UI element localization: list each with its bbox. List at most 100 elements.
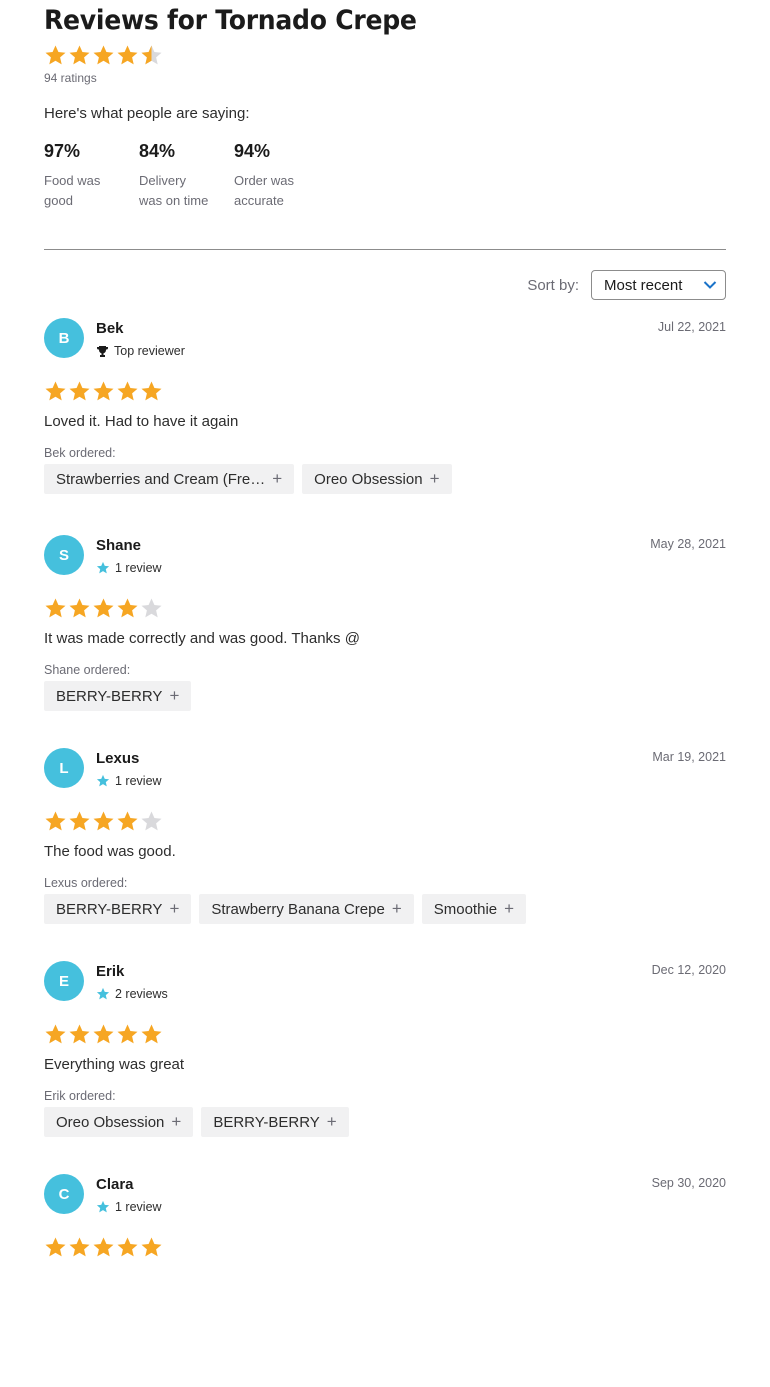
review-card: E Erik 2 reviews Dec 12, 2020 Everything was… [44, 961, 726, 1174]
star-full-icon [44, 1023, 67, 1046]
star-full-icon [92, 597, 115, 620]
ordered-item-chip[interactable]: Strawberries and Cream (Fre… + [44, 464, 295, 494]
review-rating-stars [44, 380, 163, 403]
star-full-icon [92, 1236, 115, 1259]
plus-icon: + [171, 1112, 182, 1131]
star-full-icon [68, 1236, 91, 1259]
review-date: Dec 12, 2020 [651, 963, 726, 977]
star-full-icon [44, 44, 67, 67]
plus-icon: + [272, 469, 283, 488]
stats-row: 97% Food was good 84% Delivery was on ti… [44, 141, 329, 211]
reviewer-badge-text: 1 review [115, 1200, 162, 1214]
star-full-icon [68, 597, 91, 620]
avatar: E [44, 961, 84, 1001]
ordered-item-chip[interactable]: Strawberry Banana Crepe + [199, 894, 414, 924]
star-full-icon [44, 380, 67, 403]
avatar: B [44, 318, 84, 358]
plus-icon: + [169, 899, 180, 918]
sort-label: Sort by: [527, 276, 579, 294]
page-title: Reviews for Tornado Crepe [44, 5, 417, 36]
star-full-icon [44, 597, 67, 620]
plus-icon: + [429, 469, 440, 488]
reviewer-name[interactable]: Erik [96, 963, 124, 980]
saying-label: Here's what people are saying: [44, 105, 250, 122]
ordered-item-label: Strawberries and Cream (Fre… [56, 470, 266, 488]
reviewer-name[interactable]: Shane [96, 537, 141, 554]
star-icon [96, 987, 115, 1001]
reviewer-name[interactable]: Lexus [96, 750, 139, 767]
stat-food-label: Food was good [44, 173, 101, 208]
star-empty-icon [140, 810, 163, 833]
ordered-item-label: Smoothie [433, 900, 498, 918]
review-text: It was made correctly and was good. Than… [44, 630, 360, 647]
star-full-icon [68, 810, 91, 833]
star-full-icon [116, 44, 139, 67]
reviewer-name[interactable]: Bek [96, 320, 124, 337]
ordered-label: Shane ordered: [44, 663, 131, 677]
star-full-icon [68, 44, 91, 67]
stat-delivery-label: Delivery was on time [139, 173, 209, 208]
reviewer-badge: 1 review [96, 561, 162, 575]
sort-select-value: Most recent [604, 276, 683, 294]
stat-accuracy: 94% Order was accurate [234, 141, 329, 211]
ordered-item-chip[interactable]: Smoothie + [421, 894, 527, 924]
star-full-icon [116, 1023, 139, 1046]
star-full-icon [92, 1023, 115, 1046]
star-full-icon [116, 597, 139, 620]
reviewer-badge-text: 1 review [115, 774, 162, 788]
reviewer-badge: 1 review [96, 774, 162, 788]
stat-accuracy-label: Order was accurate [234, 173, 294, 208]
reviewer-badge: Top reviewer [96, 344, 185, 358]
star-full-icon [140, 380, 163, 403]
review-card: C Clara 1 review Sep 30, 2020 [44, 1174, 726, 1387]
star-icon [96, 1200, 115, 1214]
star-full-icon [140, 1236, 163, 1259]
review-rating-stars [44, 810, 163, 833]
ordered-items: BERRY-BERRY + Strawberry Banana Crepe + Smoo… [44, 894, 527, 924]
ordered-item-label: Oreo Obsession [56, 1113, 165, 1131]
ordered-label: Lexus ordered: [44, 876, 128, 890]
ratings-count: 94 ratings [44, 71, 97, 85]
trophy-icon [96, 345, 114, 358]
stat-delivery-percent: 84% [139, 141, 176, 161]
ordered-item-chip[interactable]: BERRY-BERRY + [44, 681, 192, 711]
ordered-item-chip[interactable]: Oreo Obsession + [302, 464, 452, 494]
star-half-icon [140, 44, 163, 67]
star-full-icon [44, 1236, 67, 1259]
stat-delivery: 84% Delivery was on time [139, 141, 234, 211]
star-full-icon [68, 1023, 91, 1046]
review-date: Mar 19, 2021 [652, 750, 726, 764]
ordered-item-label: BERRY-BERRY [56, 900, 163, 918]
reviewer-name[interactable]: Clara [96, 1176, 134, 1193]
ordered-label: Erik ordered: [44, 1089, 116, 1103]
ordered-label: Bek ordered: [44, 446, 116, 460]
ordered-item-chip[interactable]: BERRY-BERRY + [44, 894, 192, 924]
reviewer-badge: 2 reviews [96, 987, 168, 1001]
review-card: B Bek Top reviewer Jul 22, 2021 Loved it. Ha… [44, 318, 726, 531]
ordered-item-label: BERRY-BERRY [213, 1113, 320, 1131]
review-date: Jul 22, 2021 [657, 320, 726, 334]
sort-select[interactable]: Most recent [591, 270, 726, 300]
avatar: C [44, 1174, 84, 1214]
stat-food: 97% Food was good [44, 141, 139, 211]
ordered-item-chip[interactable]: BERRY-BERRY + [201, 1107, 349, 1137]
avatar: S [44, 535, 84, 575]
star-full-icon [116, 1236, 139, 1259]
ordered-item-label: Oreo Obsession [314, 470, 423, 488]
ordered-item-chip[interactable]: Oreo Obsession + [44, 1107, 194, 1137]
ordered-items: Oreo Obsession + BERRY-BERRY + [44, 1107, 349, 1137]
star-icon [96, 561, 115, 575]
plus-icon: + [504, 899, 515, 918]
chevron-down-icon [703, 277, 717, 294]
review-date: May 28, 2021 [650, 537, 726, 551]
plus-icon: + [169, 686, 180, 705]
star-empty-icon [140, 597, 163, 620]
stat-accuracy-percent: 94% [234, 141, 271, 161]
review-text: The food was good. [44, 843, 176, 860]
review-rating-stars [44, 597, 163, 620]
reviewer-badge: 1 review [96, 1200, 162, 1214]
divider [44, 249, 726, 250]
reviewer-badge-text: Top reviewer [114, 344, 185, 358]
star-full-icon [140, 1023, 163, 1046]
star-icon [96, 774, 115, 788]
